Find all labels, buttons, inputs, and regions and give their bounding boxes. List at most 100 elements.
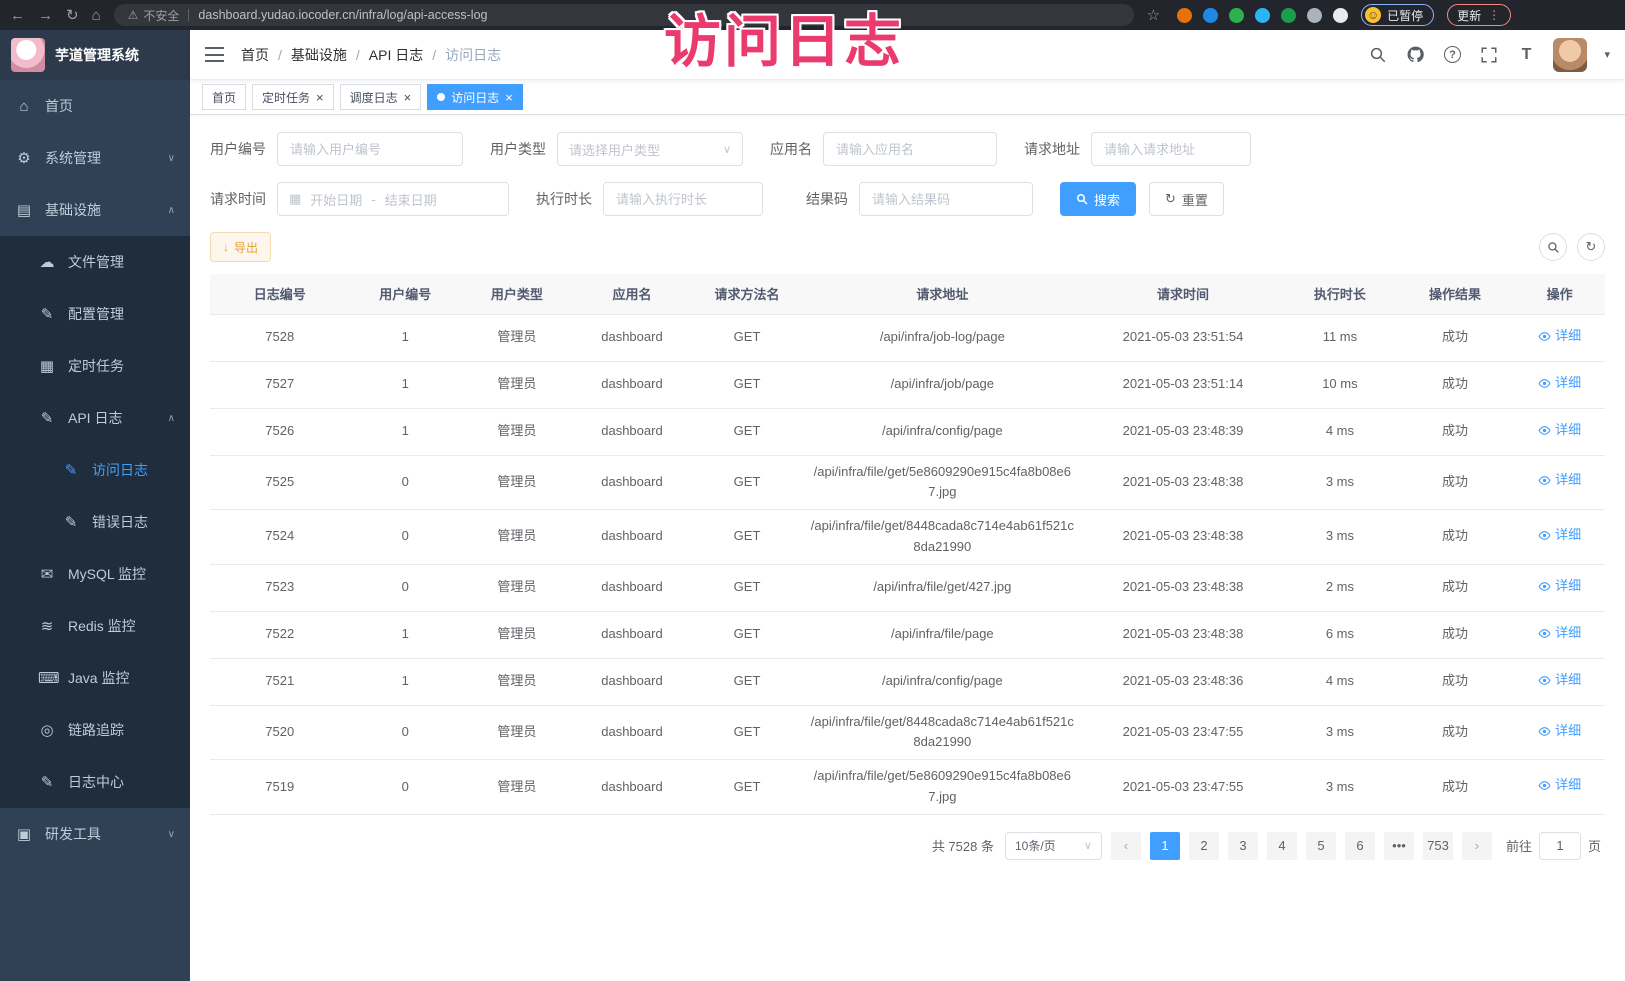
page-number-button[interactable]: 3 — [1228, 832, 1258, 860]
sidebar-item[interactable]: ☁ 文件管理 — [0, 236, 190, 288]
detail-link[interactable]: 详细 — [1538, 326, 1581, 347]
page-number-button[interactable]: 2 — [1189, 832, 1219, 860]
cell-method: GET — [691, 314, 803, 361]
eye-icon — [1538, 725, 1551, 738]
breadcrumb-item[interactable]: 基础设施 — [291, 45, 347, 65]
breadcrumb-item[interactable]: 访问日志 — [445, 45, 501, 65]
detail-link[interactable]: 详细 — [1538, 576, 1581, 597]
tab-close-icon[interactable]: × — [316, 91, 324, 104]
prev-page-button[interactable]: ‹ — [1111, 832, 1141, 860]
toggle-search-button[interactable] — [1539, 233, 1567, 261]
next-page-button[interactable]: › — [1462, 832, 1492, 860]
breadcrumb-item[interactable]: 首页 — [241, 45, 269, 65]
sidebar-item-icon: ✎ — [38, 409, 56, 427]
browser-home-icon[interactable]: ⌂ — [92, 8, 101, 23]
sidebar-item[interactable]: ▦ 定时任务 — [0, 340, 190, 392]
sidebar-item[interactable]: ≋ Redis 监控 — [0, 600, 190, 652]
browser-forward-icon[interactable]: → — [38, 8, 53, 23]
user-type-select[interactable]: 请选择用户类型 ∨ — [557, 132, 743, 166]
github-icon[interactable] — [1405, 45, 1425, 65]
page-number-button[interactable]: 753 — [1423, 832, 1453, 860]
duration-input[interactable] — [603, 182, 763, 216]
sidebar-item-icon: ✎ — [62, 461, 80, 479]
cell-request-url: /api/infra/file/get/5e8609290e915c4fa8b0… — [803, 455, 1082, 510]
sidebar-item[interactable]: ✉ MySQL 监控 — [0, 548, 190, 600]
sidebar-item[interactable]: ✎ 配置管理 — [0, 288, 190, 340]
sidebar-item[interactable]: ▤ 基础设施 ∧ — [0, 184, 190, 236]
sidebar-item[interactable]: ◎ 链路追踪 — [0, 704, 190, 756]
detail-link[interactable]: 详细 — [1538, 470, 1581, 491]
browser-reload-icon[interactable]: ↻ — [66, 8, 79, 23]
extension-icon[interactable] — [1255, 8, 1270, 23]
detail-link[interactable]: 详细 — [1538, 721, 1581, 742]
fullscreen-icon[interactable] — [1479, 45, 1499, 65]
cell-user-type: 管理员 — [461, 361, 573, 408]
hamburger-icon[interactable] — [205, 47, 224, 62]
tab[interactable]: 首页 × — [202, 84, 246, 110]
address-bar[interactable]: ⚠ 不安全 dashboard.yudao.iocoder.cn/infra/l… — [114, 4, 1134, 26]
page-number-button[interactable]: ••• — [1384, 832, 1414, 860]
tab[interactable]: 调度日志 × — [340, 84, 422, 110]
reset-button[interactable]: ↻ 重置 — [1149, 182, 1224, 216]
page-number-button[interactable]: 6 — [1345, 832, 1375, 860]
sidebar-item[interactable]: ▣ 研发工具 ∨ — [0, 808, 190, 860]
app-name-input[interactable] — [823, 132, 997, 166]
page-number-button[interactable]: 5 — [1306, 832, 1336, 860]
eye-icon — [1538, 377, 1551, 390]
paused-badge[interactable]: ☺ 已暂停 — [1361, 4, 1434, 26]
export-button[interactable]: ↓ 导出 — [210, 232, 271, 262]
sidebar-logo[interactable]: 芋道管理系统 — [0, 30, 190, 80]
sidebar-item[interactable]: ⌂ 首页 — [0, 80, 190, 132]
page-number-button[interactable]: 1 — [1150, 832, 1180, 860]
extension-icon[interactable] — [1177, 8, 1192, 23]
goto-page-input[interactable] — [1539, 832, 1581, 860]
extension-icon[interactable] — [1229, 8, 1244, 23]
avatar-caret-icon[interactable]: ▾ — [1604, 48, 1610, 61]
sidebar-item[interactable]: ⌨ Java 监控 — [0, 652, 190, 704]
extension-icon[interactable] — [1307, 8, 1322, 23]
refresh-button[interactable]: ↻ — [1577, 233, 1605, 261]
bookmark-star-icon[interactable]: ☆ — [1147, 8, 1160, 23]
search-button[interactable]: 搜索 — [1060, 182, 1136, 216]
security-warning[interactable]: ⚠ 不安全 — [128, 7, 180, 24]
detail-link[interactable]: 详细 — [1538, 525, 1581, 546]
extension-icon[interactable] — [1203, 8, 1218, 23]
avatar[interactable] — [1553, 38, 1587, 72]
tab[interactable]: 访问日志 × — [427, 84, 523, 110]
detail-link[interactable]: 详细 — [1538, 420, 1581, 441]
sidebar-item[interactable]: ✎ 错误日志 — [0, 496, 190, 548]
cell-request-time: 2021-05-03 23:48:38 — [1082, 564, 1284, 611]
browser-back-icon[interactable]: ← — [10, 8, 25, 23]
top-navbar: / 首页 / 基础设施 / API 日志 / 访问日志 — [190, 30, 1625, 80]
kebab-menu-icon[interactable]: ⋮ — [1488, 8, 1501, 22]
sidebar-item[interactable]: ✎ 访问日志 — [0, 444, 190, 496]
table-header-cell: 请求时间 — [1082, 274, 1284, 314]
page-number-button[interactable]: 4 — [1267, 832, 1297, 860]
request-time-range-picker[interactable]: ▦ 开始日期 - 结束日期 — [277, 182, 509, 216]
user-id-input[interactable] — [277, 132, 463, 166]
detail-link[interactable]: 详细 — [1538, 373, 1581, 394]
extension-icon[interactable] — [1281, 8, 1296, 23]
help-icon[interactable]: ? — [1442, 45, 1462, 65]
sidebar-item-icon: ⌂ — [15, 98, 33, 115]
font-size-icon[interactable]: T — [1516, 45, 1536, 65]
table-header-cell: 请求地址 — [803, 274, 1082, 314]
tab-close-icon[interactable]: × — [404, 91, 412, 104]
detail-link[interactable]: 详细 — [1538, 623, 1581, 644]
sidebar-item[interactable]: ✎ API 日志 ∧ — [0, 392, 190, 444]
request-url-input[interactable] — [1091, 132, 1251, 166]
detail-link[interactable]: 详细 — [1538, 670, 1581, 691]
page-size-select[interactable]: 10条/页 ∨ — [1005, 832, 1102, 860]
tab-close-icon[interactable]: × — [505, 91, 513, 104]
sidebar-item[interactable]: ⚙ 系统管理 ∨ — [0, 132, 190, 184]
browser-update-button[interactable]: 更新 ⋮ — [1447, 4, 1511, 26]
cell-result: 成功 — [1396, 510, 1515, 565]
result-code-input[interactable] — [859, 182, 1033, 216]
extension-icon[interactable] — [1333, 8, 1348, 23]
sidebar-item[interactable]: ✎ 日志中心 — [0, 756, 190, 808]
cell-user-type: 管理员 — [461, 658, 573, 705]
search-icon[interactable] — [1368, 45, 1388, 65]
tab[interactable]: 定时任务 × — [252, 84, 334, 110]
breadcrumb-item[interactable]: API 日志 — [369, 45, 423, 65]
detail-link[interactable]: 详细 — [1538, 775, 1581, 796]
